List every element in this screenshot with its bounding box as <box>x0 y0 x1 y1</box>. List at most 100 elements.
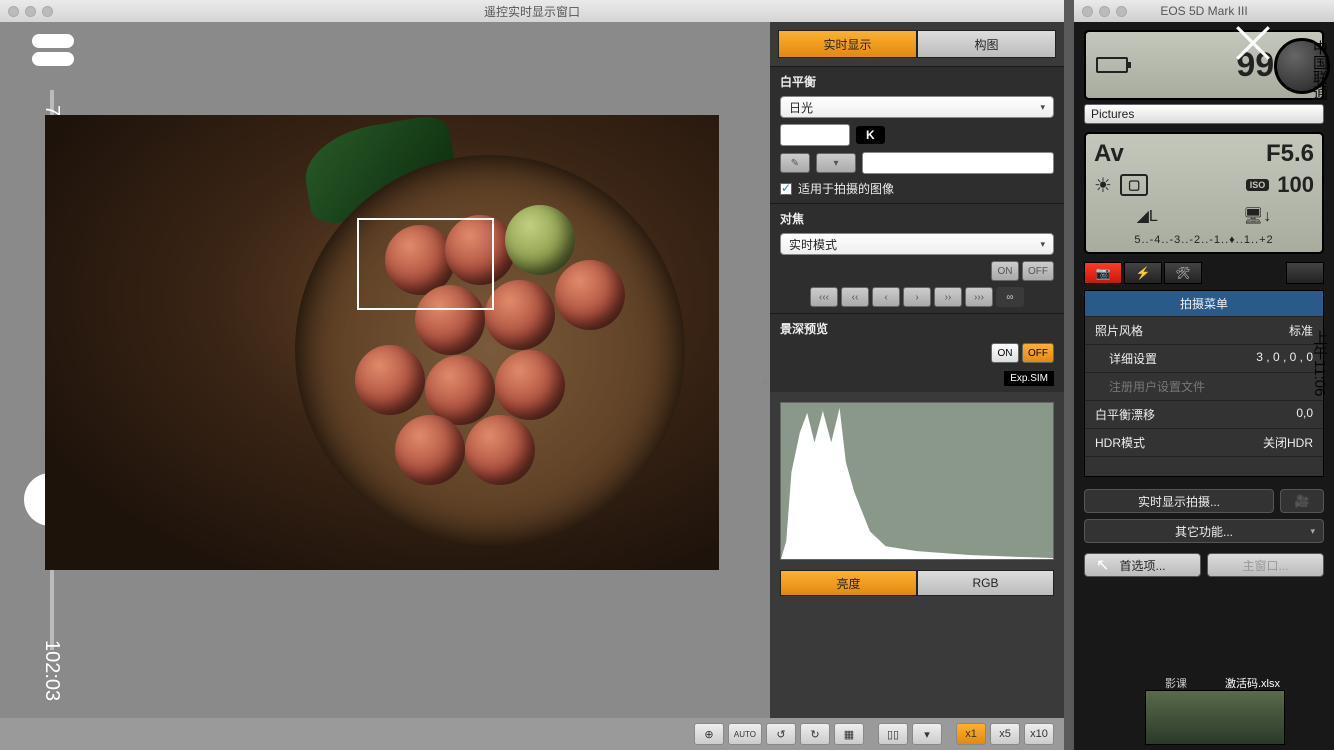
wb-sun-icon[interactable]: ☀ <box>1094 173 1112 198</box>
main-window-button[interactable]: 主窗口... <box>1207 553 1324 577</box>
live-preview[interactable] <box>45 115 719 570</box>
preview-fruit <box>485 280 555 350</box>
overlay-clock: 上午11:06 <box>1309 330 1330 396</box>
focus-infinity: ∞ <box>996 287 1024 307</box>
preview-fruit <box>555 260 625 330</box>
histogram <box>780 402 1054 560</box>
tab-compose[interactable]: 构图 <box>917 30 1056 58</box>
focus-near-3[interactable]: ››› <box>965 287 993 307</box>
timecode-bottom: 102:03 <box>40 640 63 701</box>
desktop-file: 激活码.xlsx <box>1225 675 1280 691</box>
camera-window: EOS 5D Mark III 9999 Pictures Av F5.6 ☀ … <box>1074 0 1334 750</box>
battery-icon <box>1096 57 1128 73</box>
grid-button[interactable]: ▦ <box>834 723 864 745</box>
target-button[interactable]: ⊕ <box>694 723 724 745</box>
focus-mode-select[interactable]: 实时模式 <box>780 233 1054 255</box>
save-folder[interactable]: Pictures <box>1084 104 1324 124</box>
aperture-value[interactable]: F5.6 <box>1266 140 1314 168</box>
live-view-window: 遥控实时显示窗口 76:10 102:03 ▶ 实时显示 构图 白平衡 日光 <box>0 0 1064 750</box>
dof-off-button[interactable]: OFF <box>1022 343 1054 363</box>
cursor-icon: ↖ <box>1096 555 1109 575</box>
aspect-button[interactable]: ▯▯ <box>878 723 908 745</box>
wb-kelvin-field[interactable] <box>780 124 850 146</box>
live-view-shoot-button[interactable]: 实时显示拍摄... <box>1084 489 1274 513</box>
wb-value-field[interactable] <box>862 152 1054 174</box>
hist-tab-rgb[interactable]: RGB <box>917 570 1054 596</box>
bottom-toolbar: ⊕ AUTO ↺ ↻ ▦ ▯▯ ▾ x1 x5 x10 <box>0 718 1064 750</box>
camera-lcd-top: 9999 <box>1084 30 1324 100</box>
zoom-1x-button[interactable]: x1 <box>956 723 986 745</box>
apply-label: 适用于拍摄的图像 <box>798 180 894 197</box>
window-title: 遥控实时显示窗口 <box>0 3 1064 20</box>
exp-sim-badge: Exp.SIM <box>1004 371 1054 386</box>
focus-near-2[interactable]: ›› <box>934 287 962 307</box>
desktop-file-2: 影课 <box>1165 675 1187 691</box>
rotate-ccw-button[interactable]: ↺ <box>766 723 796 745</box>
menu-wb-shift[interactable]: 白平衡漂移0,0 <box>1085 400 1323 428</box>
dof-label: 景深预览 <box>780 320 1054 337</box>
wb-select[interactable]: 日光 <box>780 96 1054 118</box>
menu-header: 拍摄菜单 <box>1085 291 1323 316</box>
apply-checkbox[interactable] <box>780 183 792 195</box>
focus-near-1[interactable]: › <box>903 287 931 307</box>
camera-title: EOS 5D Mark III <box>1074 4 1334 18</box>
rotate-cw-button[interactable]: ↻ <box>800 723 830 745</box>
mode-tabs: 📷 ⚡ 🛠 <box>1084 262 1324 284</box>
tab-flash-icon[interactable]: ⚡ <box>1124 262 1162 284</box>
other-functions-button[interactable]: 其它功能...▾ <box>1084 519 1324 543</box>
quality-icon[interactable]: ◢L <box>1137 206 1158 226</box>
camera-lcd-settings: Av F5.6 ☀ ▢ ISO 100 ◢L 🖥↓ 5..-4..-3..-2.… <box>1084 132 1324 254</box>
menu-hdr[interactable]: HDR模式关闭HDR <box>1085 428 1323 456</box>
preview-fruit <box>355 345 425 415</box>
desktop-thumbnail <box>1145 690 1285 745</box>
preview-plate <box>295 155 685 545</box>
aspect-dropdown[interactable]: ▾ <box>912 723 942 745</box>
preview-fruit <box>495 350 565 420</box>
tab-tools-icon[interactable]: 🛠 <box>1164 262 1202 284</box>
menu-register: 注册用户设置文件 <box>1085 372 1323 400</box>
drive-mode-icon[interactable]: ▢ <box>1120 174 1148 196</box>
focus-far-3[interactable]: ‹‹‹ <box>810 287 838 307</box>
shooting-mode[interactable]: Av <box>1094 140 1124 168</box>
titlebar-left: 遥控实时显示窗口 <box>0 0 1064 22</box>
section-dof: 景深预览 ON OFF Exp.SIM <box>770 313 1064 392</box>
af-on-button[interactable]: ON <box>991 261 1019 281</box>
zoom-5x-button[interactable]: x5 <box>990 723 1020 745</box>
settings-panel: 实时显示 构图 白平衡 日光 K ✎ ▾ 适用于拍摄的图像 对焦 实时模式 <box>770 22 1064 750</box>
titlebar-right: EOS 5D Mark III <box>1074 0 1334 22</box>
panel-tabs: 实时显示 构图 <box>778 30 1056 58</box>
focus-far-1[interactable]: ‹ <box>872 287 900 307</box>
shooting-menu: 拍摄菜单 照片风格标准 详细设置3 , 0 , 0 , 0 注册用户设置文件 白… <box>1084 290 1324 477</box>
tab-extra[interactable] <box>1286 262 1324 284</box>
focus-nav-row: ‹‹‹ ‹‹ ‹ › ›› ››› ∞ <box>780 287 1054 307</box>
section-white-balance: 白平衡 日光 K ✎ ▾ 适用于拍摄的图像 <box>770 66 1064 203</box>
tab-live-view[interactable]: 实时显示 <box>778 30 917 58</box>
iso-value[interactable]: 100 <box>1277 172 1314 198</box>
overlay-carrier: 中国联通 <box>1309 40 1330 100</box>
overlay-pill-1 <box>32 34 74 48</box>
kelvin-badge: K <box>856 126 885 144</box>
eyedropper-button[interactable]: ✎ <box>780 153 810 173</box>
zoom-10x-button[interactable]: x10 <box>1024 723 1054 745</box>
menu-picture-style[interactable]: 照片风格标准 <box>1085 316 1323 344</box>
focus-far-2[interactable]: ‹‹ <box>841 287 869 307</box>
overlay-pill-2 <box>32 52 74 66</box>
tab-camera-icon[interactable]: 📷 <box>1084 262 1122 284</box>
menu-empty <box>1085 456 1323 476</box>
preview-fruit <box>505 205 575 275</box>
focus-label: 对焦 <box>780 210 1054 227</box>
focus-rectangle[interactable] <box>357 218 494 310</box>
preview-fruit <box>465 415 535 485</box>
dof-on-button[interactable]: ON <box>991 343 1019 363</box>
menu-detail[interactable]: 详细设置3 , 0 , 0 , 0 <box>1085 344 1323 372</box>
transfer-icon[interactable]: 🖥↓ <box>1243 206 1271 226</box>
auto-button[interactable]: AUTO <box>728 723 762 745</box>
wb-label: 白平衡 <box>780 73 1054 90</box>
exposure-scale: 5..-4..-3..-2..-1..♦..1..+2 <box>1094 234 1314 246</box>
af-off-button[interactable]: OFF <box>1022 261 1054 281</box>
section-focus: 对焦 实时模式 ON OFF ‹‹‹ ‹‹ ‹ › ›› ››› ∞ <box>770 203 1064 313</box>
video-button[interactable]: 🎥 <box>1280 489 1324 513</box>
hist-tab-luminance[interactable]: 亮度 <box>780 570 917 596</box>
wb-dropdown[interactable]: ▾ <box>816 153 856 173</box>
preview-fruit <box>395 415 465 485</box>
